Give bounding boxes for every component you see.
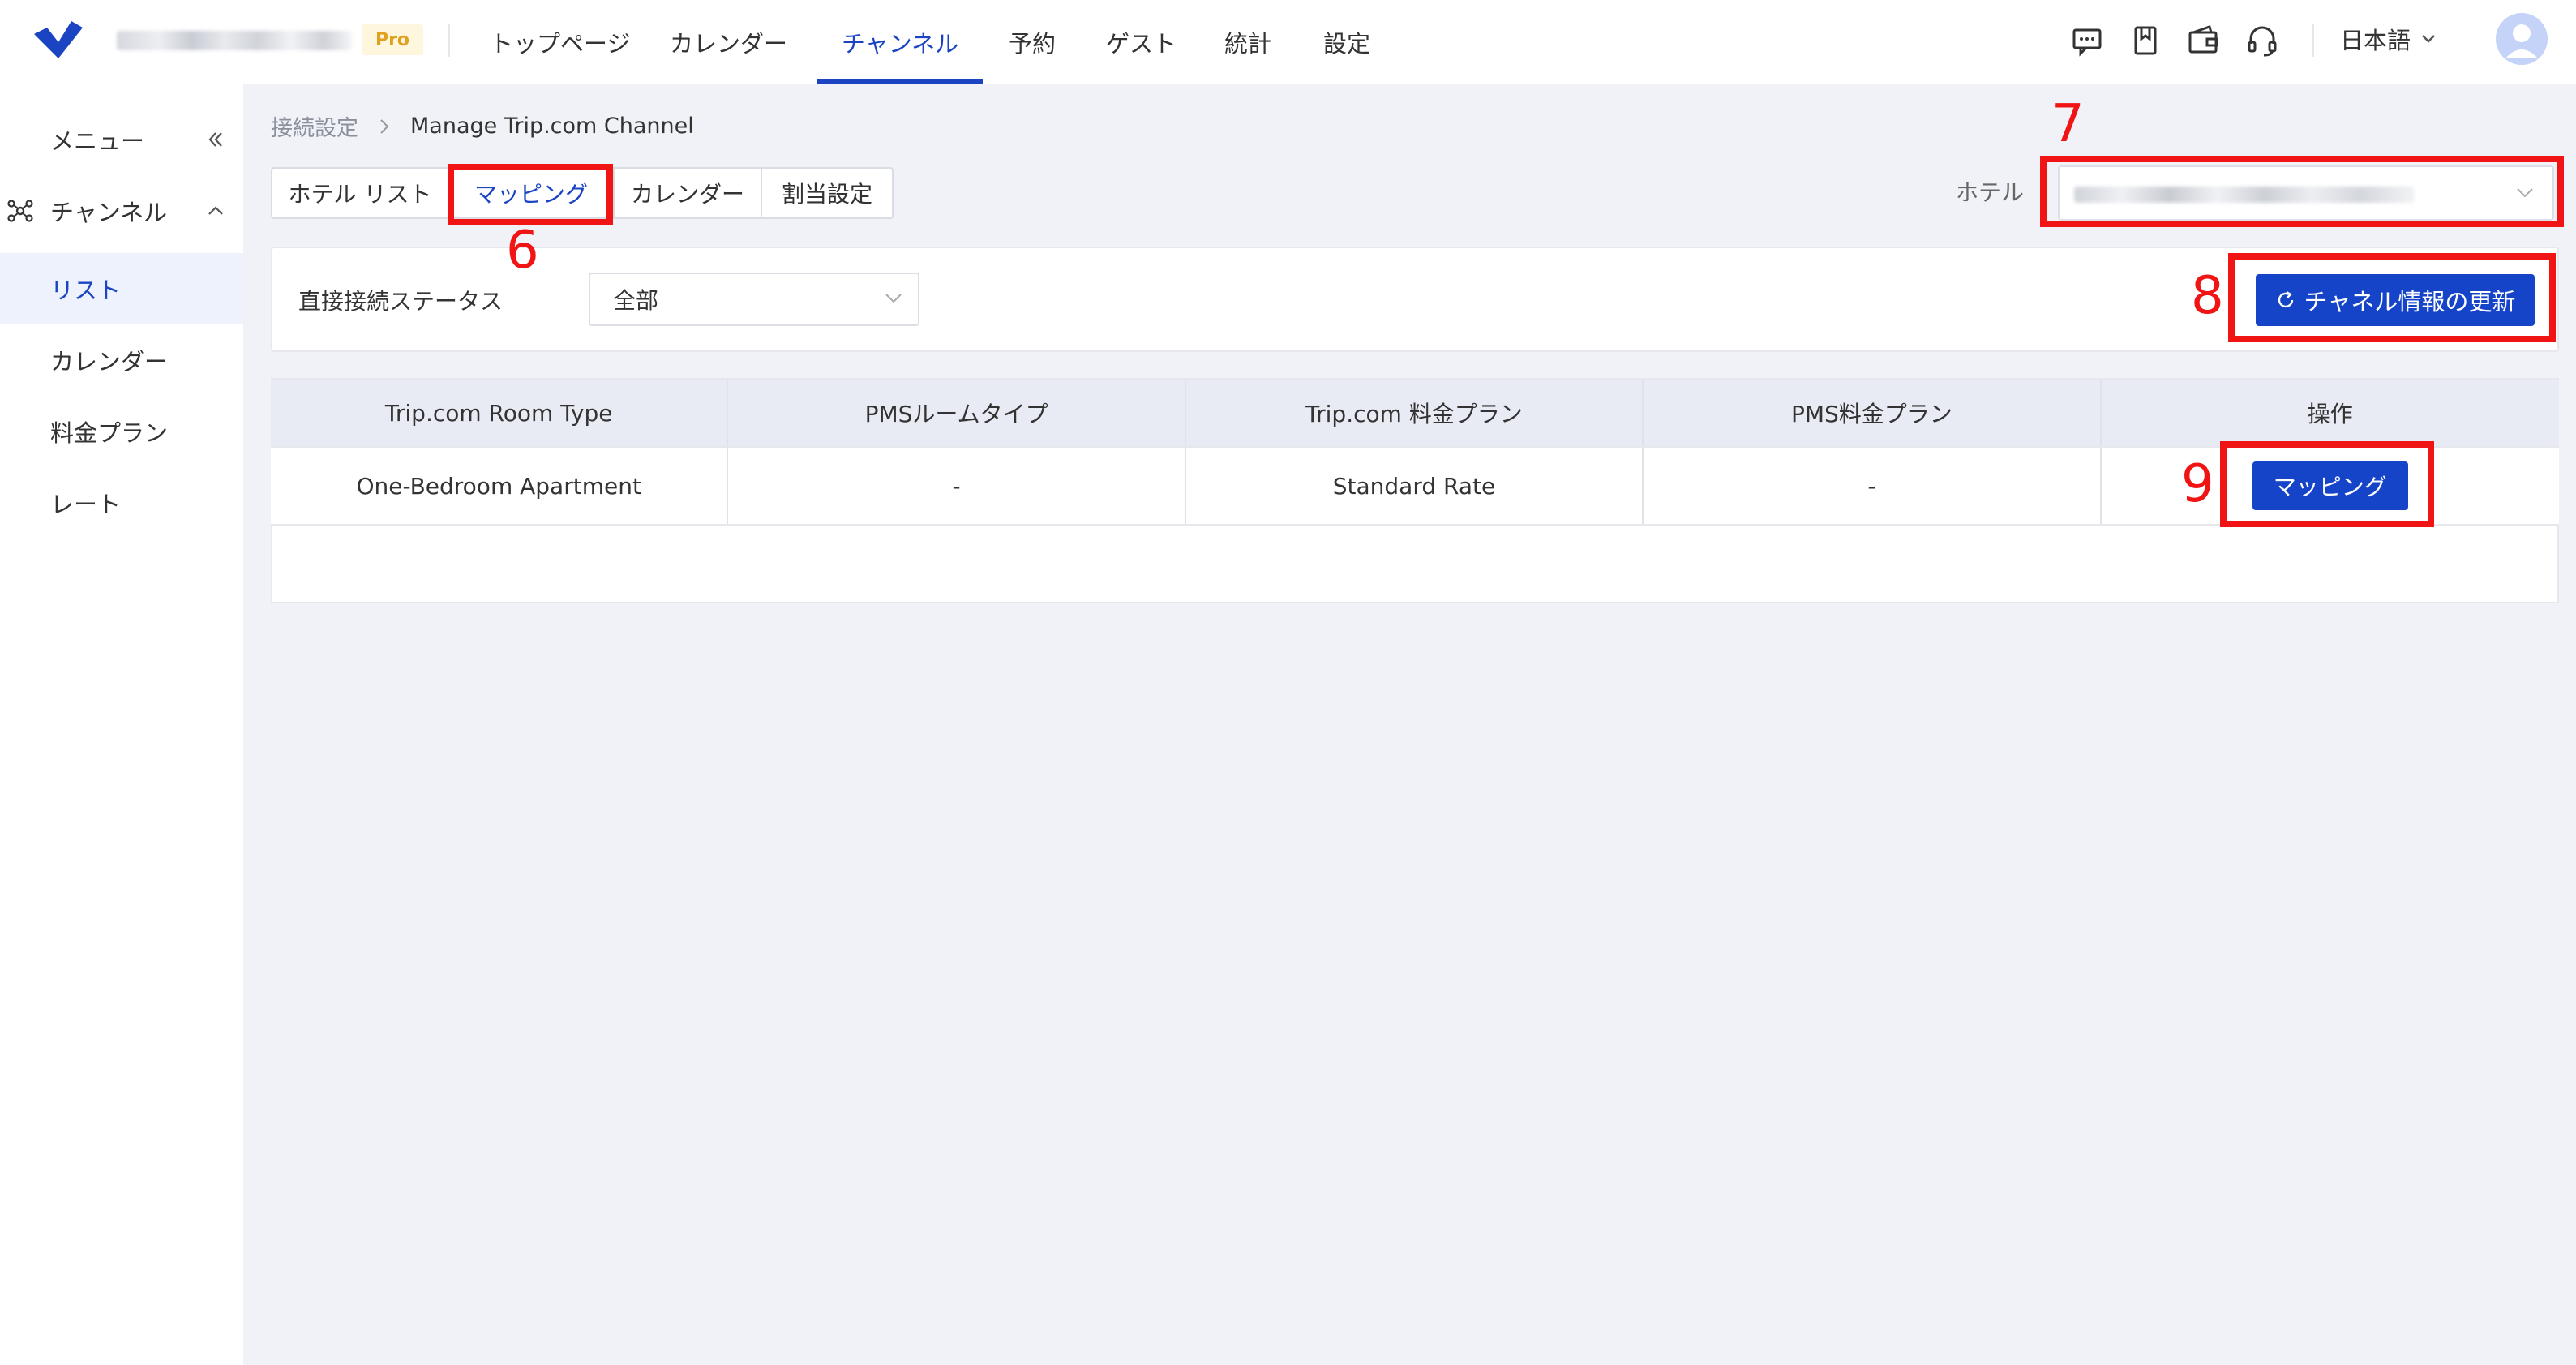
bookmark-icon[interactable] xyxy=(2128,23,2163,58)
column-header-trip-room-type: Trip.com Room Type xyxy=(271,380,729,446)
cell-trip-rate-plan: Standard Rate xyxy=(1186,448,1644,524)
nav-calendar[interactable]: カレンダー xyxy=(670,0,787,84)
nav-guests[interactable]: ゲスト xyxy=(1106,0,1177,84)
annotation-number-8: 8 xyxy=(2191,266,2224,326)
sidebar-group-channel[interactable]: チャンネル xyxy=(0,175,243,247)
sidebar-item-calendar[interactable]: カレンダー xyxy=(0,324,243,396)
nav-settings[interactable]: 設定 xyxy=(1323,0,1370,84)
sidebar: メニュー チャンネル リスト カレンダー 料金プラン レート xyxy=(0,84,243,1365)
message-icon[interactable] xyxy=(2069,23,2105,58)
sidebar-item-rate-plans[interactable]: 料金プラン xyxy=(0,396,243,467)
tab-allocation[interactable]: 割当設定 xyxy=(762,169,892,217)
annotation-box-8 xyxy=(2228,253,2556,342)
nav-top-page[interactable]: トップページ xyxy=(490,0,630,84)
annotation-box-6 xyxy=(448,164,613,225)
channel-network-icon xyxy=(7,200,33,222)
headset-icon[interactable] xyxy=(2244,23,2280,58)
table-row: One-Bedroom Apartment - Standard Rate - … xyxy=(271,446,2559,526)
table-header-row: Trip.com Room Type PMSルームタイプ Trip.com 料金… xyxy=(271,380,2559,446)
status-select-value: 全部 xyxy=(613,287,659,314)
sidebar-item-list[interactable]: リスト xyxy=(0,253,243,324)
tab-calendar[interactable]: カレンダー xyxy=(615,169,762,217)
breadcrumb: 接続設定 Manage Trip.com Channel xyxy=(271,110,694,142)
nav-active-indicator xyxy=(817,79,983,84)
column-header-pms-rate-plan: PMS料金プラン xyxy=(1644,380,2102,446)
pro-badge: Pro xyxy=(362,24,423,55)
column-header-pms-room-type: PMSルームタイプ xyxy=(728,380,1186,446)
sidebar-menu-label: メニュー xyxy=(50,127,145,155)
brand-name xyxy=(117,31,352,50)
nav-statistics[interactable]: 統計 xyxy=(1224,0,1271,84)
language-label: 日本語 xyxy=(2340,27,2411,54)
nav-reservations[interactable]: 予約 xyxy=(1009,0,1056,84)
nav-channel[interactable]: チャンネル xyxy=(842,0,958,84)
sidebar-group-label: チャンネル xyxy=(50,199,168,226)
annotation-number-7: 7 xyxy=(2051,94,2085,154)
sidebar-item-label: 料金プラン xyxy=(50,419,169,447)
language-selector[interactable]: 日本語 xyxy=(2340,0,2437,78)
breadcrumb-parent[interactable]: 接続設定 xyxy=(271,110,358,142)
breadcrumb-current: Manage Trip.com Channel xyxy=(410,114,694,139)
chevron-up-icon xyxy=(208,206,223,215)
user-avatar[interactable] xyxy=(2496,13,2548,65)
top-divider-right xyxy=(2312,24,2314,57)
annotation-number-6: 6 xyxy=(506,221,539,281)
chevron-down-icon xyxy=(2422,35,2435,43)
column-header-trip-rate-plan: Trip.com 料金プラン xyxy=(1186,380,1644,446)
column-header-actions: 操作 xyxy=(2307,401,2353,427)
chevron-right-icon xyxy=(380,118,389,134)
sidebar-item-label: レート xyxy=(50,491,122,518)
direct-connect-status-label: 直接接続ステータス xyxy=(298,288,504,315)
chevron-down-icon xyxy=(885,294,902,303)
annotation-number-9: 9 xyxy=(2181,454,2214,514)
cell-trip-room-type: One-Bedroom Apartment xyxy=(271,448,729,524)
top-divider xyxy=(448,24,450,57)
top-bar: Pro トップページ カレンダー チャンネル 予約 ゲスト 統計 設定 日本語 xyxy=(0,0,2576,84)
sidebar-item-label: リスト xyxy=(50,277,122,304)
user-icon xyxy=(2505,24,2538,58)
wallet-icon[interactable] xyxy=(2186,23,2222,58)
hotel-filter-label: ホテル xyxy=(1956,179,2025,206)
sidebar-menu-header: メニュー xyxy=(0,104,243,175)
app-logo-icon[interactable] xyxy=(29,16,88,63)
direct-connect-status-select[interactable]: 全部 xyxy=(589,273,919,326)
annotation-box-7 xyxy=(2040,156,2564,227)
sidebar-item-rates[interactable]: レート xyxy=(0,467,243,539)
cell-pms-room-type: - xyxy=(728,448,1186,524)
tab-hotel-list[interactable]: ホテル リスト xyxy=(272,169,449,217)
cell-pms-rate-plan: - xyxy=(1644,448,2102,524)
collapse-sidebar-icon[interactable] xyxy=(206,130,225,149)
annotation-box-9 xyxy=(2220,441,2434,527)
sidebar-item-label: カレンダー xyxy=(50,348,169,376)
